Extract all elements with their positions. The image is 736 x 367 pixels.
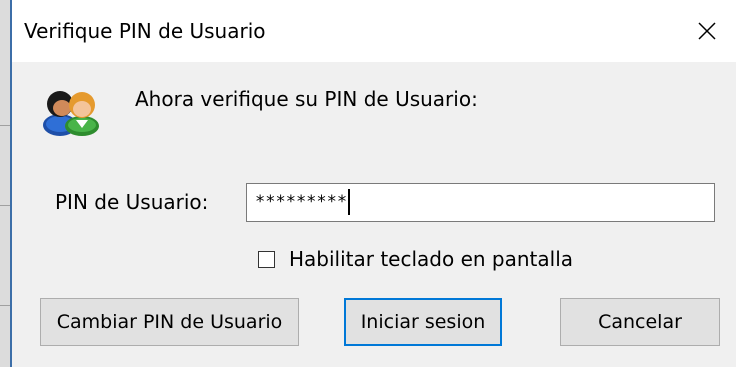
users-icon	[43, 91, 99, 136]
login-button[interactable]: Iniciar sesion	[344, 298, 502, 346]
cancel-button-label: Cancelar	[598, 311, 682, 333]
prompt-text: Ahora verifique su PIN de Usuario:	[135, 87, 478, 111]
onscreen-keyboard-label[interactable]: Habilitar teclado en pantalla	[289, 246, 573, 272]
pin-input-value: *********	[255, 192, 348, 212]
window-title: Verifique PIN de Usuario	[24, 19, 266, 43]
onscreen-keyboard-checkbox[interactable]	[258, 250, 275, 268]
onscreen-keyboard-option[interactable]: Habilitar teclado en pantalla	[258, 246, 573, 272]
change-pin-button-label: Cambiar PIN de Usuario	[56, 311, 283, 333]
close-button[interactable]	[678, 0, 736, 62]
text-caret	[348, 189, 351, 215]
title-bar[interactable]: Verifique PIN de Usuario	[12, 0, 736, 62]
close-icon	[698, 22, 716, 40]
pin-input[interactable]: *********	[246, 183, 715, 222]
background-window-edge	[0, 0, 12, 367]
change-pin-button[interactable]: Cambiar PIN de Usuario	[40, 298, 299, 346]
cancel-button[interactable]: Cancelar	[560, 298, 720, 346]
login-button-label: Iniciar sesion	[360, 311, 486, 333]
pin-label: PIN de Usuario:	[55, 190, 209, 214]
pin-dialog-window: Verifique PIN de Usuario Ahora verifique…	[0, 0, 736, 367]
